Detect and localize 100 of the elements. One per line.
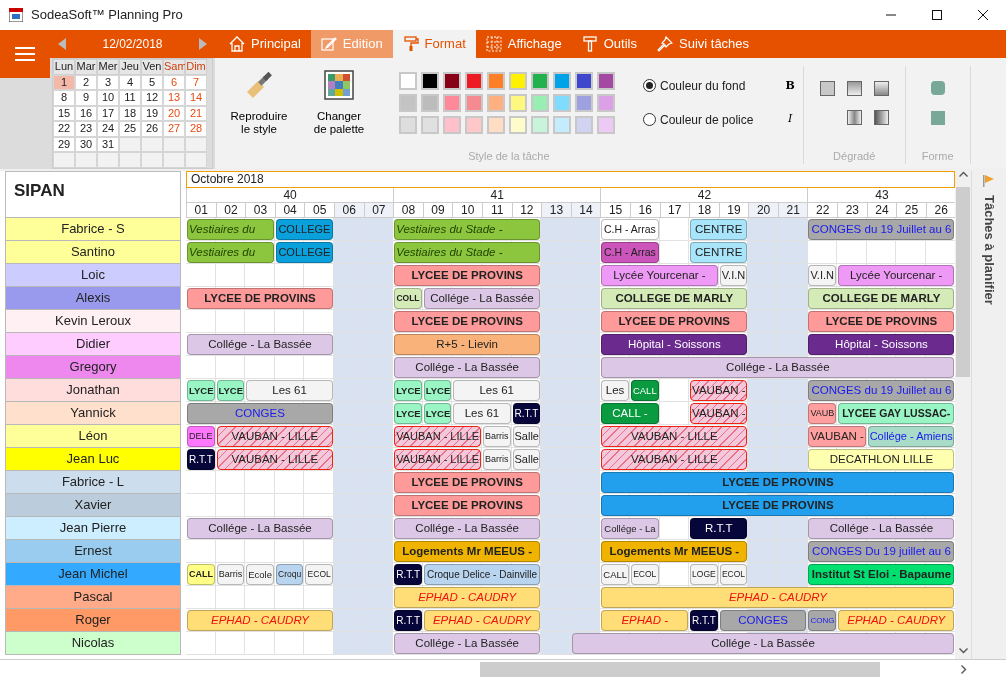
task-bar[interactable]: ECOL: [630, 563, 659, 585]
calendar-day[interactable]: 23: [75, 121, 97, 137]
task-bar[interactable]: Lycée Yourcenar -: [838, 264, 955, 286]
ribbon-tab[interactable]: Outils: [571, 30, 647, 58]
color-swatch[interactable]: [597, 115, 615, 134]
calendar-day[interactable]: 25: [119, 121, 141, 137]
task-bar[interactable]: VAUBAN - LILLE: [216, 425, 333, 447]
calendar-day[interactable]: 9: [75, 90, 97, 106]
task-bar[interactable]: Collége - La: [601, 517, 659, 539]
task-bar[interactable]: VAUBAN - LILLE: [394, 448, 481, 470]
task-bar[interactable]: R.T.T: [187, 448, 215, 470]
color-swatch[interactable]: [399, 93, 417, 112]
task-bar[interactable]: LYCEE GAY LUSSAC-: [838, 402, 955, 424]
task-bar[interactable]: CONGES: [187, 402, 333, 424]
task-bar[interactable]: LYCEE DE PROVINS: [601, 310, 748, 332]
task-bar[interactable]: R+5 - Lievin: [394, 333, 541, 355]
task-bar[interactable]: LYCE: [423, 379, 452, 401]
resource-name[interactable]: Kevin Leroux: [5, 308, 181, 333]
task-bar[interactable]: Collége - La Bassée: [808, 517, 955, 539]
task-bar[interactable]: Barris: [216, 563, 245, 585]
task-bar[interactable]: Collége - La Bassée: [394, 632, 541, 654]
task-bar[interactable]: Logements Mr MEEUS -: [601, 540, 748, 562]
color-swatch[interactable]: [531, 93, 549, 112]
radio-option[interactable]: Couleur du fond: [643, 76, 754, 95]
color-swatch[interactable]: [399, 115, 417, 134]
task-bar[interactable]: Collége - La Bassée: [187, 517, 333, 539]
task-bar[interactable]: LYCEE DE PROVINS: [808, 310, 955, 332]
color-swatch[interactable]: [597, 71, 615, 90]
task-bar[interactable]: CALL: [630, 379, 659, 401]
task-bar[interactable]: R.T.T: [512, 402, 541, 424]
side-panel-tab[interactable]: Tâches à planifier: [979, 194, 999, 305]
gradient-button[interactable]: [873, 80, 889, 96]
previous-button[interactable]: [58, 38, 66, 50]
task-bar[interactable]: DECATHLON LILLE: [808, 448, 955, 470]
scrollbar-thumb[interactable]: [480, 661, 880, 677]
color-swatch[interactable]: [421, 115, 439, 134]
calendar-day[interactable]: 12: [141, 90, 163, 106]
task-bar[interactable]: VAUBAN - LILLE: [394, 425, 481, 447]
color-swatch[interactable]: [553, 93, 571, 112]
resource-name[interactable]: Loic: [5, 262, 181, 287]
task-bar[interactable]: Hôpital - Soissons: [601, 333, 748, 355]
gradient-button[interactable]: [873, 109, 889, 125]
calendar-day[interactable]: 24: [97, 121, 119, 137]
task-bar[interactable]: Barris: [482, 425, 511, 447]
resource-name[interactable]: Jean Michel: [5, 561, 181, 586]
task-bar[interactable]: CONG: [808, 609, 837, 631]
task-bar[interactable]: Croqu: [275, 563, 304, 585]
task-bar[interactable]: COLLEGE DE MARLY: [601, 287, 748, 309]
format-painter-button[interactable]: Reproduire le style: [223, 68, 295, 137]
task-bar[interactable]: Collége - La Bassée: [423, 287, 541, 309]
task-bar[interactable]: Croque Delice - Dainville: [423, 563, 541, 585]
task-bar[interactable]: VAUBAN -: [690, 402, 748, 424]
square-shape-button[interactable]: [930, 110, 945, 125]
color-swatch[interactable]: [575, 71, 593, 90]
task-bar[interactable]: Les 61: [246, 379, 333, 401]
task-bar[interactable]: Collége - La Bassée: [394, 356, 541, 378]
resource-name[interactable]: Jean Pierre: [5, 515, 181, 540]
ribbon-tab[interactable]: Affichage: [475, 30, 572, 58]
task-bar[interactable]: CONGES: [719, 609, 807, 631]
task-bar[interactable]: Collége - La Bassée: [601, 356, 955, 378]
color-swatch[interactable]: [553, 115, 571, 134]
task-bar[interactable]: CALL -: [601, 402, 659, 424]
resource-name[interactable]: Roger: [5, 607, 181, 632]
task-bar[interactable]: LYCE: [394, 379, 422, 401]
calendar-day[interactable]: 26: [141, 121, 163, 137]
resource-name[interactable]: Pascal: [5, 584, 181, 609]
task-bar[interactable]: VAUB: [808, 402, 837, 424]
task-bar[interactable]: DELE: [187, 425, 215, 447]
task-bar[interactable]: Collége - La Bassée: [187, 333, 333, 355]
task-bar[interactable]: LYCEE DE PROVINS: [601, 494, 955, 516]
task-bar[interactable]: LYCEE DE PROVINS: [187, 287, 333, 309]
color-swatch[interactable]: [443, 93, 461, 112]
task-bar[interactable]: CENTRE: [690, 218, 748, 240]
resource-name[interactable]: Yannick: [5, 400, 181, 425]
calendar-day[interactable]: 13: [163, 90, 185, 106]
task-bar[interactable]: CALL: [187, 563, 215, 585]
calendar-day[interactable]: 11: [119, 90, 141, 106]
color-swatch[interactable]: [509, 115, 527, 134]
resource-name[interactable]: Fabrice - L: [5, 469, 181, 494]
task-bar[interactable]: LYCEE DE PROVINS: [601, 471, 955, 493]
radio-option[interactable]: Couleur de police: [643, 110, 754, 129]
resource-name[interactable]: Ernest: [5, 538, 181, 563]
resource-name[interactable]: Nicolas: [5, 630, 181, 655]
color-swatch[interactable]: [509, 71, 527, 90]
task-bar[interactable]: VAUBAN - LILLE: [216, 448, 333, 470]
scrollbar-thumb[interactable]: [956, 186, 971, 377]
task-bar[interactable]: VAUBAN -: [690, 379, 748, 401]
task-bar[interactable]: Ecole: [246, 563, 274, 585]
calendar-day[interactable]: 10: [97, 90, 119, 106]
color-swatch[interactable]: [531, 115, 549, 134]
calendar-day[interactable]: 8: [53, 90, 75, 106]
task-bar[interactable]: R.T.T: [690, 517, 748, 539]
task-bar[interactable]: V.I.N: [808, 264, 837, 286]
task-bar[interactable]: Vestiaires du Stade -: [394, 241, 541, 263]
color-swatch[interactable]: [465, 115, 483, 134]
color-swatch[interactable]: [531, 71, 549, 90]
palette-button[interactable]: Changer de palette: [303, 68, 375, 137]
italic-button[interactable]: I: [785, 110, 795, 128]
gradient-button[interactable]: [846, 109, 862, 125]
color-swatch[interactable]: [465, 71, 483, 90]
